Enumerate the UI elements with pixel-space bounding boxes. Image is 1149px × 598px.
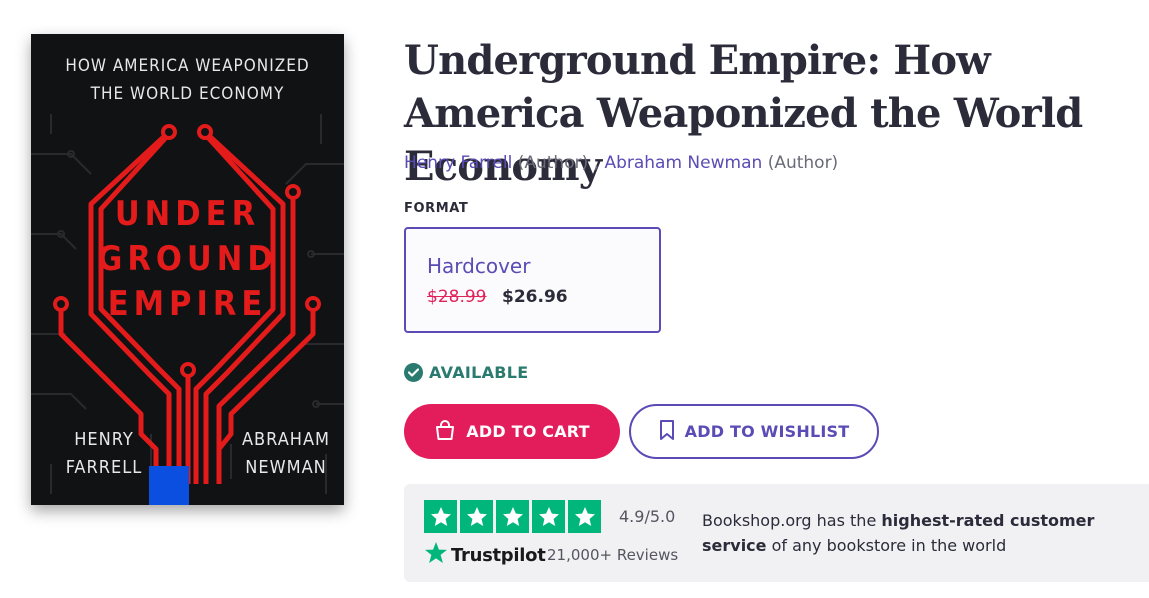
trustpilot-brand: Trustpilot <box>451 545 546 566</box>
cover-author-right: ABRAHAM NEWMAN <box>231 426 341 482</box>
star-icon <box>460 500 493 533</box>
sale-price: $26.96 <box>502 287 568 307</box>
star-icon <box>568 500 601 533</box>
bookmark-icon <box>659 419 675 445</box>
cover-author-line: FARRELL <box>65 457 143 478</box>
trustpilot-logo[interactable]: Trustpilot <box>424 541 546 570</box>
add-to-cart-button[interactable]: ADD TO CART <box>404 404 620 459</box>
add-to-wishlist-button[interactable]: ADD TO WISHLIST <box>629 404 879 459</box>
author-separator: , <box>593 153 600 173</box>
author-role: (Author) <box>767 153 839 173</box>
author-link[interactable]: Abraham Newman <box>604 153 762 173</box>
original-price: $28.99 <box>427 287 487 307</box>
cover-subtitle-line: THE WORLD ECONOMY <box>90 84 285 104</box>
author-list: Henry Farrell (Author) , Abraham Newman … <box>404 153 838 173</box>
trustpilot-banner: 4.9/5.0 Trustpilot 21,000+ Reviews Books… <box>404 484 1149 582</box>
cover-title-line: GROUND <box>97 239 278 279</box>
cover-title-line: UNDER <box>114 194 261 234</box>
trustpilot-rating: 4.9/5.0 <box>619 507 676 526</box>
cover-author-line: HENRY <box>74 429 134 450</box>
author-role: (Author) <box>517 153 589 173</box>
availability-label: AVAILABLE <box>429 363 529 382</box>
cover-author-line: ABRAHAM <box>241 429 330 450</box>
availability-status: AVAILABLE <box>404 363 529 382</box>
trustpilot-stars <box>424 500 601 533</box>
blurb-text: Bookshop.org has the <box>702 511 882 530</box>
book-cover[interactable]: HOW AMERICA WEAPONIZED THE WORLD ECONOMY… <box>31 34 344 505</box>
star-icon <box>532 500 565 533</box>
cover-title: UNDER GROUND EMPIRE <box>91 192 284 327</box>
format-option-hardcover[interactable]: Hardcover $28.99 $26.96 <box>404 227 661 333</box>
add-to-wishlist-label: ADD TO WISHLIST <box>684 422 850 441</box>
trustpilot-review-count: 21,000+ Reviews <box>547 546 679 564</box>
cover-subtitle-line: HOW AMERICA WEAPONIZED <box>65 56 310 76</box>
cover-subtitle: HOW AMERICA WEAPONIZED THE WORLD ECONOMY <box>31 52 344 108</box>
format-label: FORMAT <box>404 201 469 216</box>
trustpilot-star-icon <box>424 541 448 570</box>
star-icon <box>496 500 529 533</box>
add-to-cart-label: ADD TO CART <box>466 422 590 441</box>
star-icon <box>424 500 457 533</box>
shopping-bag-icon <box>434 419 456 445</box>
author-link[interactable]: Henry Farrell <box>404 153 512 173</box>
format-name: Hardcover <box>427 254 531 278</box>
cover-title-line: EMPIRE <box>107 284 268 324</box>
cover-author-line: NEWMAN <box>245 457 327 478</box>
cover-author-left: HENRY FARRELL <box>45 426 163 482</box>
blurb-text: of any bookstore in the world <box>766 536 1007 555</box>
check-circle-icon <box>404 363 423 382</box>
trustpilot-blurb: Bookshop.org has the highest-rated custo… <box>702 508 1122 558</box>
